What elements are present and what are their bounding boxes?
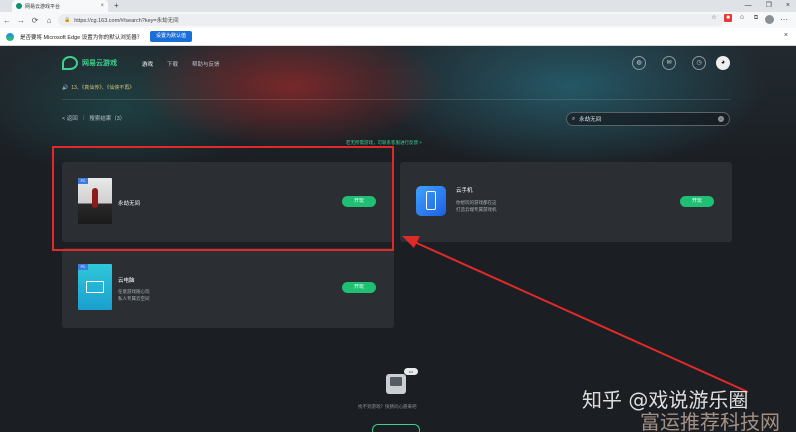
- browser-tab[interactable]: 网易云游戏平台 ×: [12, 0, 108, 12]
- page: 网易云游戏 游戏 下载 帮助与反馈 ◍ ✉ ◷ ◕ 🔊 13、《真仙传》、《仙侠…: [0, 46, 796, 432]
- profile-avatar-icon[interactable]: [765, 15, 774, 24]
- extension-icon[interactable]: ■: [724, 14, 732, 22]
- chat-bubble-icon: •••: [404, 368, 418, 375]
- lock-icon: 🔒: [64, 17, 71, 23]
- wish-button[interactable]: [372, 424, 420, 432]
- new-tab-button[interactable]: +: [114, 0, 119, 12]
- toolbar-icons: ☆ ■ ✩ ⧉: [710, 14, 760, 22]
- set-default-button[interactable]: 设置为默认值: [150, 31, 193, 42]
- empty-state-text: 找不到游戏？快猜问心愿来吧: [358, 404, 417, 409]
- favorite-star-icon[interactable]: ☆: [710, 14, 718, 22]
- browser-navbar: ← → ⟳ ⌂ 🔒 https://cg.163.com/#/search?ke…: [0, 12, 796, 28]
- url-text: https://cg.163.com/#/search?key=永劫无间: [74, 18, 179, 24]
- back-arrow-icon[interactable]: ←: [0, 16, 14, 25]
- tab-title: 网易云游戏平台: [25, 3, 61, 10]
- address-bar[interactable]: 🔒 https://cg.163.com/#/search?key=永劫无间: [58, 14, 724, 26]
- default-browser-infobar: 是否要将 Microsoft Edge 设置为你的默认浏览器？ 设置为默认值 ×: [0, 28, 796, 46]
- favorites-icon[interactable]: ✩: [738, 14, 746, 22]
- empty-state-icon: •••: [386, 368, 418, 394]
- infobar-text: 是否要将 Microsoft Edge 设置为你的默认浏览器？: [20, 35, 143, 41]
- window-controls: — ❐ ×: [745, 0, 790, 12]
- forward-arrow-icon[interactable]: →: [14, 16, 28, 25]
- tab-close-icon[interactable]: ×: [100, 3, 104, 9]
- home-icon[interactable]: ⌂: [42, 16, 56, 25]
- more-menu-icon[interactable]: ⋯: [780, 12, 788, 28]
- refresh-icon[interactable]: ⟳: [28, 16, 42, 25]
- browser-tabbar: 网易云游戏平台 × + — ❐ ×: [0, 0, 796, 12]
- watermark-secondary: 富运推荐科技网: [640, 410, 780, 432]
- edge-logo-icon: [6, 33, 14, 41]
- maximize-icon[interactable]: ❐: [766, 0, 772, 12]
- close-window-icon[interactable]: ×: [786, 0, 790, 12]
- site-favicon-icon: [16, 3, 22, 9]
- collections-icon[interactable]: ⧉: [752, 14, 760, 22]
- minimize-icon[interactable]: —: [745, 0, 752, 12]
- infobar-close-icon[interactable]: ×: [784, 32, 788, 39]
